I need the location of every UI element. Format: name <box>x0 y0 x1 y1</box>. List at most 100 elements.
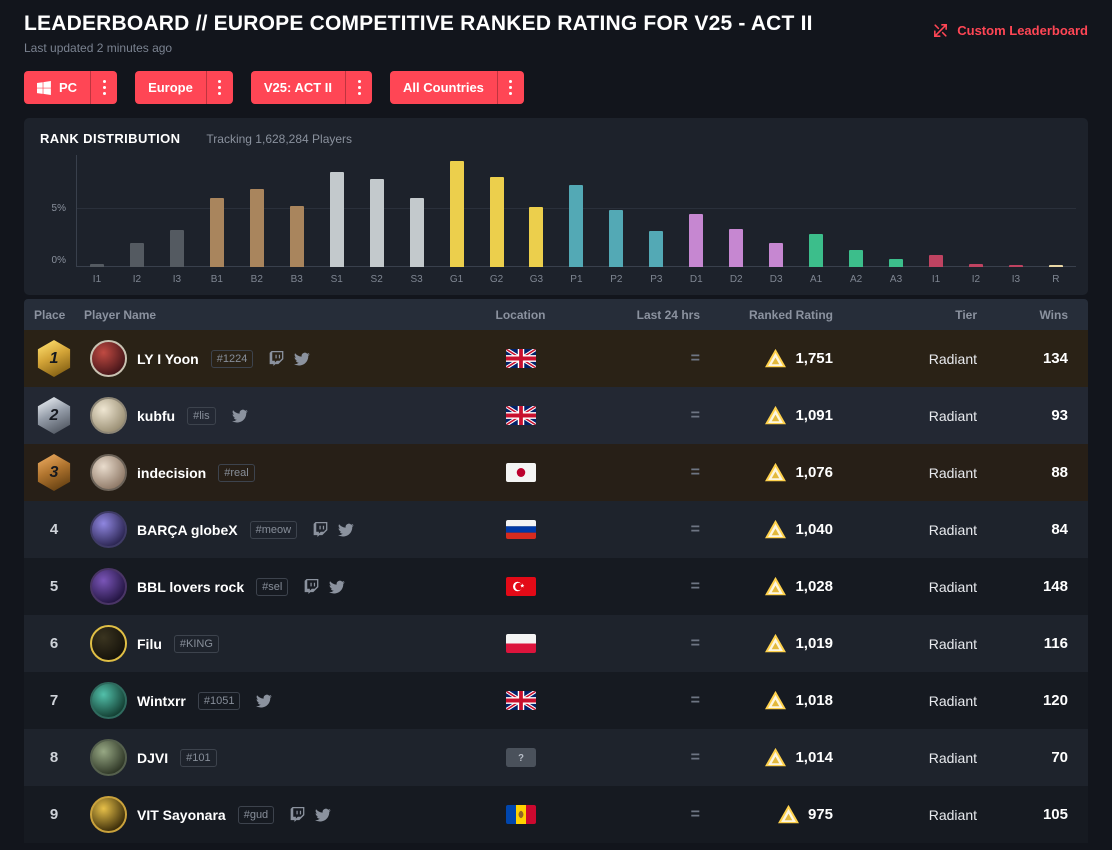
rank-bar-group-13[interactable]: P1 <box>556 155 596 267</box>
bar-ascendant-a1[interactable] <box>809 234 823 267</box>
rank-bar-group-23[interactable]: I2 <box>956 155 996 267</box>
bar-bronze-b2[interactable] <box>250 189 264 268</box>
bar-bronze-b3[interactable] <box>290 206 304 267</box>
act-kebab-menu-icon[interactable] <box>345 71 372 104</box>
bar-silver-s1[interactable] <box>330 172 344 267</box>
twitter-icon[interactable] <box>338 522 354 538</box>
player-name[interactable]: kubfu <box>137 408 175 424</box>
column-header-place[interactable]: Place <box>24 308 84 322</box>
player-name[interactable]: indecision <box>137 465 206 481</box>
column-header-location[interactable]: Location <box>463 308 578 322</box>
column-header-player-name[interactable]: Player Name <box>84 308 463 322</box>
rank-bar-group-24[interactable]: I3 <box>996 155 1036 267</box>
twitch-icon[interactable] <box>313 522 328 537</box>
leaderboard-row[interactable]: 4BARÇA globeX#meow=1,040Radiant84 <box>24 501 1088 558</box>
leaderboard-row[interactable]: 8DJVI#101?=1,014Radiant70 <box>24 729 1088 786</box>
rank-bar-group-25[interactable]: R <box>1036 155 1076 267</box>
rank-bar-group-22[interactable]: I1 <box>916 155 956 267</box>
region-kebab-menu-icon[interactable] <box>206 71 233 104</box>
column-header-tier[interactable]: Tier <box>843 308 988 322</box>
twitch-icon[interactable] <box>269 351 284 366</box>
bar-diamond-d1[interactable] <box>689 214 703 267</box>
twitter-icon[interactable] <box>232 408 248 424</box>
bar-bronze-b1[interactable] <box>210 198 224 267</box>
platform-kebab-menu-icon[interactable] <box>90 71 117 104</box>
rank-bar-group-12[interactable]: G3 <box>516 155 556 267</box>
player-name[interactable]: LY I Yoon <box>137 351 199 367</box>
player-name[interactable]: Filu <box>137 636 162 652</box>
filter-platform-main[interactable]: PC <box>24 71 90 104</box>
rank-bar-group-21[interactable]: A3 <box>876 155 916 267</box>
twitter-icon[interactable] <box>294 351 310 367</box>
bar-immortal-i3[interactable] <box>1009 265 1023 267</box>
bar-platinum-p1[interactable] <box>569 185 583 267</box>
bar-silver-s3[interactable] <box>410 198 424 267</box>
rank-bar-group-8[interactable]: S2 <box>357 155 397 267</box>
filter-act-main[interactable]: V25: ACT II <box>251 71 345 104</box>
filter-region-main[interactable]: Europe <box>135 71 206 104</box>
filter-region[interactable]: Europe <box>135 71 233 104</box>
bar-iron-i3[interactable] <box>170 230 184 267</box>
cell-ranked-rating: 1,018 <box>708 690 843 711</box>
player-name[interactable]: DJVI <box>137 750 168 766</box>
leaderboard-row[interactable]: 1LY I Yoon#1224=1,751Radiant134 <box>24 330 1088 387</box>
rank-bar-group-6[interactable]: B3 <box>277 155 317 267</box>
leaderboard-row[interactable]: 7Wintxrr#1051=1,018Radiant120 <box>24 672 1088 729</box>
bar-radiant-r[interactable] <box>1049 265 1063 267</box>
leaderboard-row[interactable]: 3indecision#real=1,076Radiant88 <box>24 444 1088 501</box>
column-header-ranked-rating[interactable]: Ranked Rating <box>708 308 843 322</box>
bar-platinum-p2[interactable] <box>609 210 623 267</box>
rank-bar-group-5[interactable]: B2 <box>237 155 277 267</box>
rank-bar-group-3[interactable]: I3 <box>157 155 197 267</box>
rank-bar-group-19[interactable]: A1 <box>796 155 836 267</box>
bar-silver-s2[interactable] <box>370 179 384 267</box>
country-kebab-menu-icon[interactable] <box>497 71 524 104</box>
rank-bar-group-2[interactable]: I2 <box>117 155 157 267</box>
rank-bar-group-15[interactable]: P3 <box>636 155 676 267</box>
bar-immortal-i1[interactable] <box>929 255 943 267</box>
bar-diamond-d2[interactable] <box>729 229 743 267</box>
bar-iron-i2[interactable] <box>130 243 144 267</box>
twitch-icon[interactable] <box>304 579 319 594</box>
filter-country[interactable]: All Countries <box>390 71 524 104</box>
rank-bar-group-20[interactable]: A2 <box>836 155 876 267</box>
filter-platform[interactable]: PC <box>24 71 117 104</box>
rank-bar-group-4[interactable]: B1 <box>197 155 237 267</box>
rank-bar-group-14[interactable]: P2 <box>596 155 636 267</box>
bar-gold-g3[interactable] <box>529 207 543 267</box>
custom-leaderboard-button[interactable]: Custom Leaderboard <box>932 22 1088 39</box>
leaderboard-row[interactable]: 2kubfu#lis=1,091Radiant93 <box>24 387 1088 444</box>
twitter-icon[interactable] <box>315 807 331 823</box>
leaderboard-row[interactable]: 9VIT Sayonara#gud=975Radiant105 <box>24 786 1088 843</box>
bar-gold-g1[interactable] <box>450 161 464 267</box>
bar-diamond-d3[interactable] <box>769 243 783 267</box>
rank-bar-group-10[interactable]: G1 <box>437 155 477 267</box>
twitter-icon[interactable] <box>256 693 272 709</box>
player-name[interactable]: VIT Sayonara <box>137 807 226 823</box>
leaderboard-row[interactable]: 5BBL lovers rock#sel=1,028Radiant148 <box>24 558 1088 615</box>
column-header-wins[interactable]: Wins <box>988 308 1088 322</box>
rank-bar-group-16[interactable]: D1 <box>676 155 716 267</box>
leaderboard-row[interactable]: 6Filu#KING=1,019Radiant116 <box>24 615 1088 672</box>
bar-immortal-i2[interactable] <box>969 264 983 267</box>
twitter-icon[interactable] <box>329 579 345 595</box>
bar-ascendant-a2[interactable] <box>849 250 863 267</box>
rank-bar-group-18[interactable]: D3 <box>756 155 796 267</box>
rank-bar-group-1[interactable]: I1 <box>77 155 117 267</box>
cell-place: 3 <box>24 454 84 491</box>
filter-country-main[interactable]: All Countries <box>390 71 497 104</box>
rank-bar-group-17[interactable]: D2 <box>716 155 756 267</box>
column-header-last-24-hrs[interactable]: Last 24 hrs <box>578 308 708 322</box>
bar-iron-i1[interactable] <box>90 264 104 267</box>
player-name[interactable]: BARÇA globeX <box>137 522 238 538</box>
bar-platinum-p3[interactable] <box>649 231 663 267</box>
bar-gold-g2[interactable] <box>490 177 504 267</box>
rank-bar-group-9[interactable]: S3 <box>397 155 437 267</box>
player-name[interactable]: Wintxrr <box>137 693 186 709</box>
bar-ascendant-a3[interactable] <box>889 259 903 267</box>
filter-act[interactable]: V25: ACT II <box>251 71 372 104</box>
rank-bar-group-7[interactable]: S1 <box>317 155 357 267</box>
rank-bar-group-11[interactable]: G2 <box>477 155 517 267</box>
twitch-icon[interactable] <box>290 807 305 822</box>
player-name[interactable]: BBL lovers rock <box>137 579 244 595</box>
